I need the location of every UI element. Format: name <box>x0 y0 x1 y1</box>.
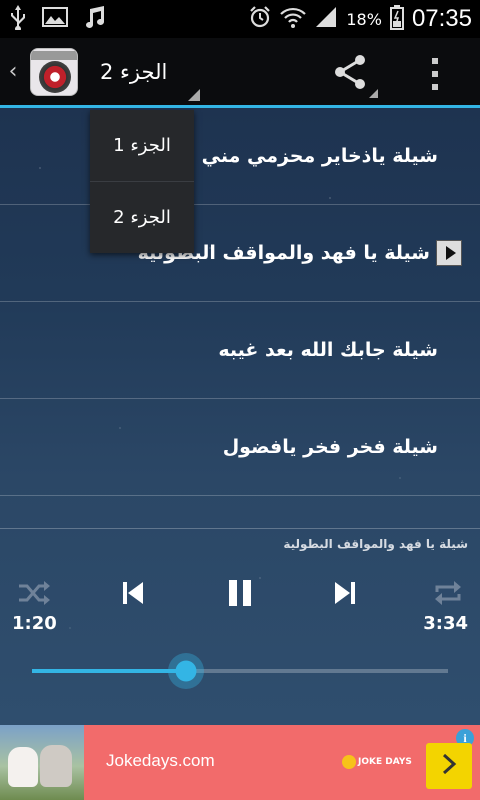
shuffle-icon <box>17 580 51 610</box>
status-bar: 18% 07:35 <box>0 0 480 38</box>
ad-dogs-image <box>0 725 84 800</box>
track-list: شيلة ياذخاير محزمي مني تحية شيلة يا فهد … <box>0 108 480 496</box>
repeat-icon <box>433 580 463 610</box>
main-content: شيلة ياذخاير محزمي مني تحية شيلة يا فهد … <box>0 108 480 725</box>
track-row[interactable]: شيلة ياذخاير محزمي مني تحية <box>0 108 480 205</box>
usb-icon <box>8 4 28 34</box>
music-icon <box>82 5 106 33</box>
next-button[interactable] <box>324 575 364 615</box>
share-icon <box>330 55 370 96</box>
play-icon <box>436 240 462 266</box>
track-title: شيلة جابك الله بعد غيبه <box>218 339 438 361</box>
share-button[interactable] <box>330 52 378 98</box>
player-panel: شيلة يا فهد والمواقف البطولية 1:20 3:34 <box>0 528 480 708</box>
action-bar: ‹ الجزء 2 <box>0 38 480 108</box>
alarm-icon <box>248 5 272 34</box>
now-playing-title: شيلة يا فهد والمواقف البطولية <box>283 537 468 551</box>
app-logo[interactable] <box>30 47 78 96</box>
ad-banner[interactable]: Jokedays.com JOKE DAYS i <box>0 725 480 800</box>
elapsed-time: 1:20 <box>12 613 57 634</box>
seek-bar-progress <box>32 669 186 673</box>
spinner-selected-label: الجزء 2 <box>100 59 168 84</box>
shuffle-button[interactable] <box>14 575 54 615</box>
previous-button[interactable] <box>114 575 154 615</box>
overflow-dot-icon <box>432 84 438 90</box>
battery-icon <box>389 4 404 35</box>
overflow-dot-icon <box>432 58 438 64</box>
track-row[interactable]: شيلة فخر فخر يافضول <box>0 399 480 496</box>
track-row[interactable]: شيلة جابك الله بعد غيبه <box>0 302 480 399</box>
track-title: شيلة ياذخاير محزمي مني تحية <box>154 145 438 167</box>
share-menu-arrow-icon <box>369 89 378 98</box>
part-spinner[interactable]: الجزء 2 <box>100 37 200 107</box>
part-dropdown: الجزء 1 الجزء 2 <box>90 110 194 253</box>
signal-icon <box>314 6 338 33</box>
clock: 07:35 <box>411 5 472 32</box>
spinner-arrow-icon <box>188 88 200 101</box>
skip-previous-icon <box>121 580 147 610</box>
up-chevron-icon[interactable]: ‹ <box>2 59 24 84</box>
image-icon <box>42 6 68 32</box>
sun-icon <box>342 755 356 769</box>
battery-percent: 18% <box>346 9 382 29</box>
pause-button[interactable] <box>220 575 260 615</box>
ad-go-button[interactable] <box>426 743 472 789</box>
skip-next-icon <box>331 580 357 610</box>
dropdown-item-part-1[interactable]: الجزء 1 <box>90 110 194 181</box>
overflow-menu-button[interactable] <box>420 54 450 94</box>
repeat-button[interactable] <box>428 575 468 615</box>
ad-logo-text: JOKE DAYS <box>358 757 412 767</box>
pause-icon <box>226 579 254 611</box>
total-duration: 3:34 <box>423 613 468 634</box>
ad-logo: JOKE DAYS <box>342 755 412 769</box>
seek-bar[interactable] <box>32 653 448 689</box>
chevron-right-icon <box>439 752 459 780</box>
ad-text: Jokedays.com <box>106 751 215 770</box>
track-title: شيلة فخر فخر يافضول <box>222 436 438 458</box>
dropdown-item-part-2[interactable]: الجزء 2 <box>90 181 194 252</box>
wifi-icon <box>280 5 307 34</box>
seek-thumb[interactable] <box>167 653 204 689</box>
track-row-playing[interactable]: شيلة يا فهد والمواقف البطولية <box>0 205 480 302</box>
overflow-dot-icon <box>432 71 438 77</box>
